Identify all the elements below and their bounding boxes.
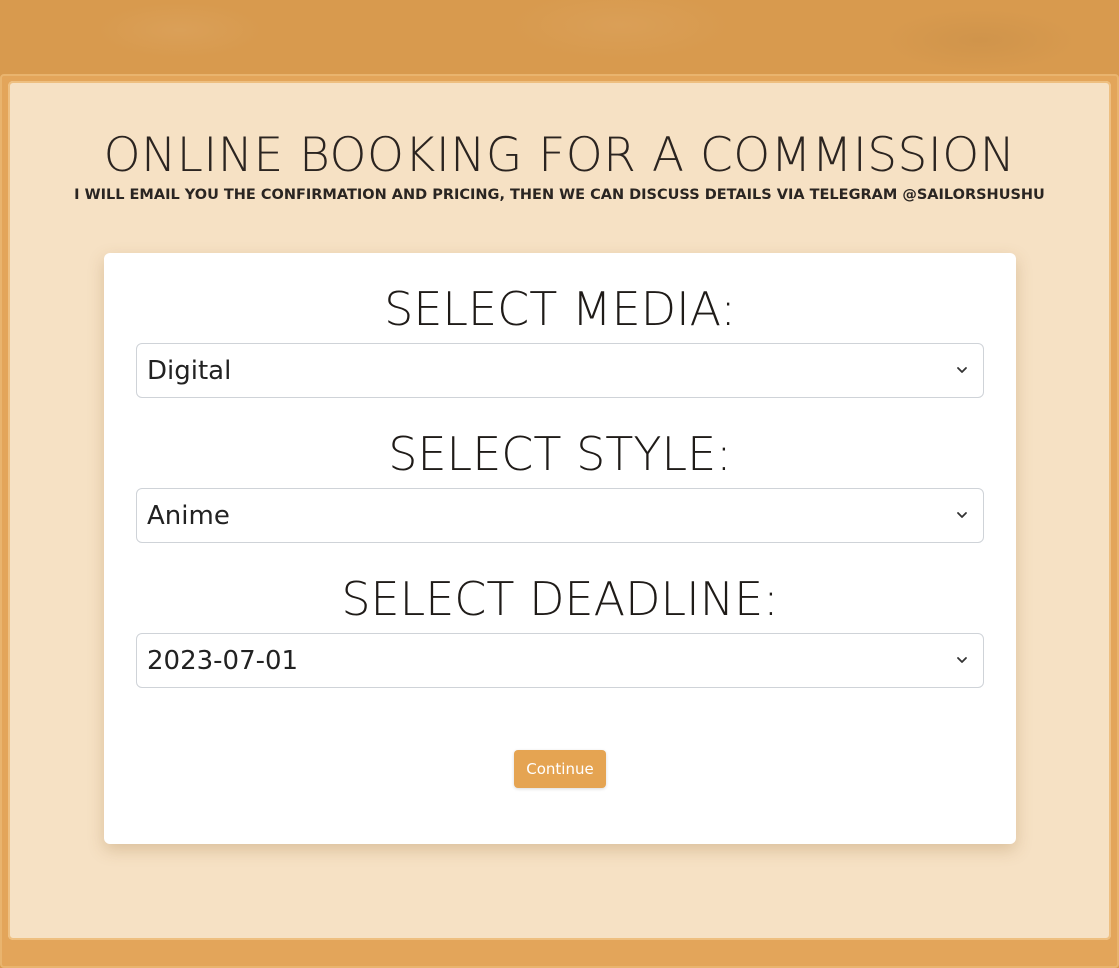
chevron-down-icon: [957, 367, 967, 373]
deadline-select-value: 2023-07-01: [147, 646, 299, 676]
style-select-value: Anime: [147, 501, 230, 531]
page-subtitle: I WILL EMAIL YOU THE CONFIRMATION AND PR…: [74, 187, 1045, 203]
media-select[interactable]: Digital: [136, 343, 984, 398]
continue-button[interactable]: Continue: [514, 750, 606, 788]
page-title: ONLINE BOOKING FOR A COMMISSION: [103, 128, 1016, 183]
style-label: SELECT STYLE:: [388, 427, 732, 481]
deadline-select[interactable]: 2023-07-01: [136, 633, 984, 688]
booking-form-card: SELECT MEDIA: Digital SELECT STYLE: Anim…: [104, 253, 1016, 844]
style-select[interactable]: Anime: [136, 488, 984, 543]
chevron-down-icon: [957, 512, 967, 518]
deadline-label: SELECT DEADLINE:: [341, 572, 779, 626]
chevron-down-icon: [957, 657, 967, 663]
media-label: SELECT MEDIA:: [384, 282, 736, 336]
media-select-value: Digital: [147, 356, 232, 386]
